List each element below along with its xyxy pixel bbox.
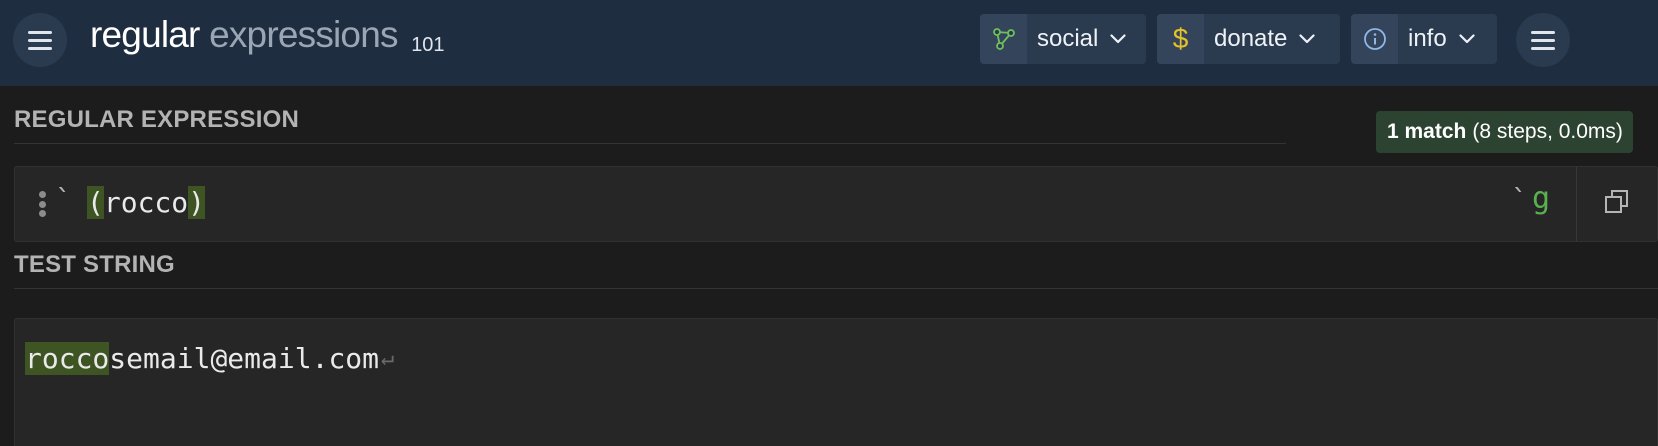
regex-section-divider [14, 143, 1286, 144]
regex-pattern-body: rocco [103, 185, 189, 219]
chevron-down-icon [1287, 14, 1329, 64]
match-highlight: rocco [25, 341, 110, 375]
site-logo[interactable]: regular expressions 101 [90, 14, 445, 64]
regex-open-delimiter: ` [55, 183, 72, 216]
regex-close-delimiter: ` [1511, 183, 1528, 216]
test-string-rest: semail@email.com [109, 341, 380, 375]
donate-dropdown-button[interactable]: $ donate [1157, 14, 1340, 64]
test-string-editor[interactable]: rocco semail@email.com ↵ [14, 318, 1658, 446]
logo-word-expressions: expressions [209, 14, 398, 55]
copy-icon [1604, 189, 1630, 219]
top-header: regular expressions 101 social $ donate [0, 0, 1658, 86]
regex-flags-button[interactable]: g [1532, 181, 1550, 216]
match-details: (8 steps, 0.0ms) [1472, 120, 1623, 143]
newline-marker: ↵ [381, 345, 395, 371]
main-menu-button[interactable] [13, 13, 67, 67]
test-string-input[interactable]: rocco semail@email.com ↵ [25, 339, 394, 377]
regex-section-title: REGULAR EXPRESSION [14, 106, 299, 133]
side-menu-button[interactable] [1516, 13, 1570, 67]
donate-label: donate [1214, 25, 1288, 52]
logo-word-regular: regular [90, 14, 200, 55]
match-count: 1 match [1387, 120, 1467, 143]
match-info-badge: 1 match (8 steps, 0.0ms) [1376, 111, 1633, 153]
chevron-down-icon [1098, 14, 1140, 64]
social-dropdown-button[interactable]: social [980, 14, 1146, 64]
logo-number: 101 [411, 34, 445, 56]
regex-group-close-paren: ) [188, 185, 206, 219]
copy-regex-button[interactable] [1576, 167, 1657, 241]
regex-group-open-paren: ( [87, 185, 104, 219]
info-icon [1351, 14, 1398, 64]
drag-handle-icon[interactable] [39, 191, 47, 217]
test-section-title: TEST STRING [14, 251, 175, 278]
social-label: social [1037, 25, 1099, 52]
info-label: info [1408, 25, 1447, 52]
regex-input[interactable]: (rocco) [87, 183, 206, 221]
info-dropdown-button[interactable]: info [1351, 14, 1497, 64]
test-section-divider [14, 288, 1658, 289]
share-icon [980, 14, 1027, 64]
hamburger-icon [28, 31, 52, 50]
regex-editor: ` (rocco) ` g [14, 166, 1658, 242]
dollar-icon: $ [1157, 14, 1204, 64]
chevron-down-icon [1447, 14, 1489, 64]
hamburger-icon [1531, 31, 1555, 50]
